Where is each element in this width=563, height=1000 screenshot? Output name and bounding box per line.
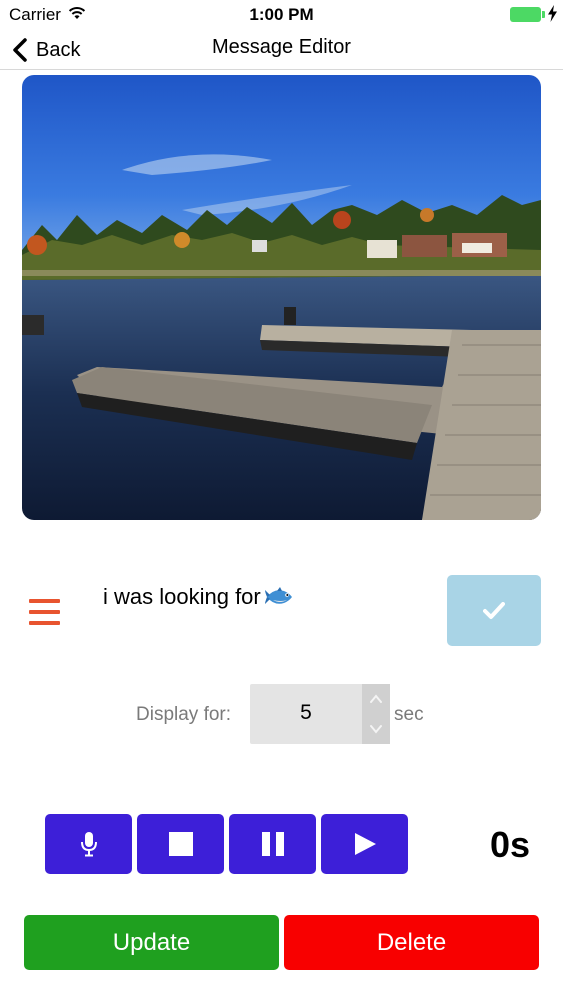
charging-icon — [548, 5, 557, 22]
page-title: Message Editor — [212, 36, 351, 58]
message-text[interactable]: i was looking for — [103, 584, 293, 610]
delete-button[interactable]: Delete — [284, 915, 539, 970]
update-button[interactable]: Update — [24, 915, 279, 970]
display-for-label: Display for: — [136, 704, 232, 725]
navigation-bar: Back Message Editor — [0, 30, 563, 70]
duration-stepper[interactable]: 5 — [250, 684, 390, 744]
status-time: 1:00 PM — [249, 5, 314, 24]
status-bar: Carrier 1:00 PM — [0, 0, 563, 30]
recording-timer: 0s — [489, 824, 531, 865]
increment-button[interactable] — [362, 684, 390, 714]
play-icon — [354, 833, 376, 855]
microphone-icon — [80, 832, 97, 857]
decrement-button[interactable] — [362, 714, 390, 744]
duration-value[interactable]: 5 — [250, 701, 362, 725]
checkmark-icon — [483, 601, 505, 619]
message-text-label: i was looking for — [103, 584, 261, 609]
stop-icon — [168, 832, 193, 856]
play-button[interactable] — [321, 814, 408, 874]
pause-button[interactable] — [229, 814, 316, 874]
fish-emoji — [264, 587, 292, 604]
seconds-unit-label: sec — [394, 704, 424, 725]
pause-icon — [261, 832, 284, 856]
hamburger-icon[interactable] — [29, 599, 60, 627]
battery-icon — [510, 7, 546, 22]
chevron-down-icon — [370, 725, 382, 734]
message-photo — [22, 75, 541, 520]
stepper-arrows — [362, 684, 390, 744]
record-button[interactable] — [45, 814, 132, 874]
confirm-button[interactable] — [447, 575, 541, 646]
photo-lake-dock-image — [22, 75, 541, 520]
chevron-up-icon — [370, 694, 382, 703]
stop-button[interactable] — [137, 814, 224, 874]
